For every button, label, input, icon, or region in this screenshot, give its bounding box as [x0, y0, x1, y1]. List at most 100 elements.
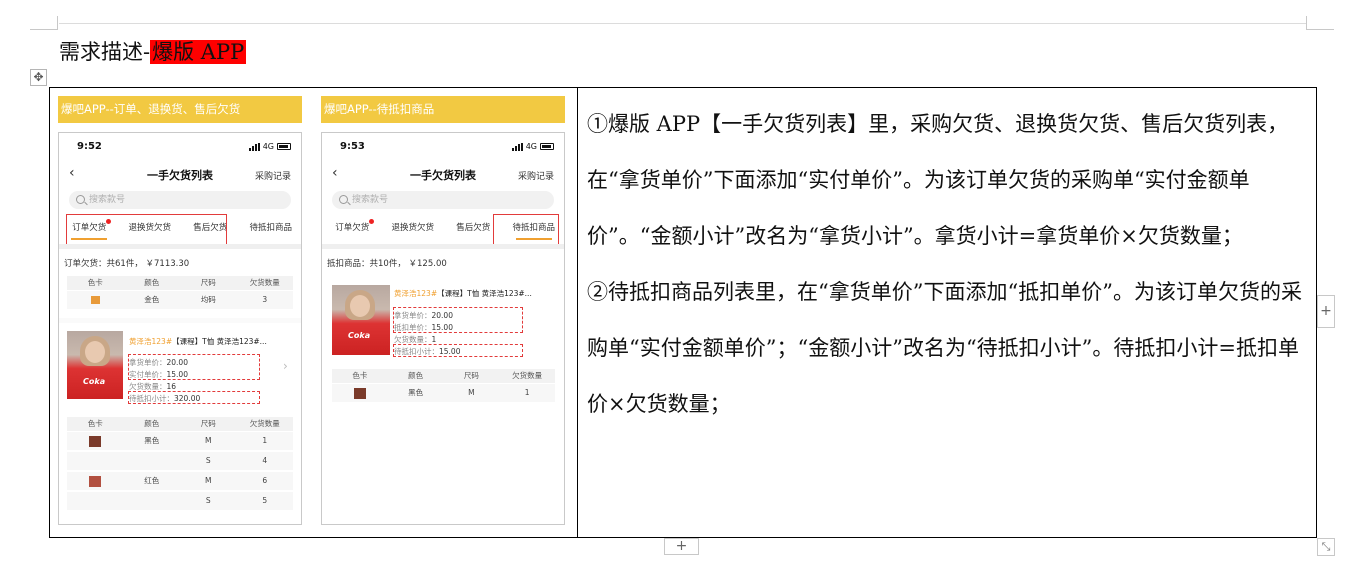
thumb-face: [85, 341, 105, 363]
sku-row: 金色 均码 3: [67, 291, 293, 309]
requirements-table: 爆吧APP--订单、退换货、售后欠货 9:52 4G ‹ 一手欠货列表 采购记录…: [49, 87, 1317, 538]
product-title: 【课程】T恤 黄泽浩123#...: [437, 289, 532, 298]
tab-label: 售后欠货: [456, 223, 491, 233]
status-time: 9:52: [77, 141, 102, 152]
requirement-description: ①爆版 APP【一手欠货列表】里，采购欠货、退换货欠货、售后欠货列表，在“拿货单…: [587, 96, 1312, 432]
search-input[interactable]: 搜索款号: [332, 191, 554, 209]
subtotal-annotation-box: [128, 391, 260, 404]
table-move-icon[interactable]: ✥: [30, 69, 47, 86]
screenshot-panel-deduct: 爆吧APP--待抵扣商品 9:53 4G ‹ 一手欠货列表 采购记录 搜索款号: [321, 96, 565, 525]
size-cell: M: [205, 476, 212, 485]
signal-icon: [248, 142, 260, 151]
col-swatch: 色卡: [87, 278, 103, 287]
signal-icon: [511, 142, 523, 151]
nav-bar: ‹ 一手欠货列表 采购记录: [59, 163, 301, 187]
product-thumbnail: Coka: [67, 331, 123, 399]
thumb-logo: Coka: [83, 377, 106, 386]
swatch-cell: [67, 492, 124, 510]
col-qty: 欠货数量: [512, 371, 543, 380]
unread-dot-icon: [369, 219, 374, 224]
col-size: 尺码: [200, 419, 216, 428]
network-label: 4G: [262, 142, 274, 151]
sku-row: 红色 M 6: [67, 472, 293, 490]
thumb-logo: Coka: [348, 331, 371, 340]
phone-screen: 9:52 4G ‹ 一手欠货列表 采购记录 搜索款号 订单欠货 退换货欠货 售后…: [58, 132, 302, 525]
separator: [59, 244, 301, 249]
qty-cell: 1: [262, 436, 268, 445]
col-color: 颜色: [408, 371, 424, 380]
qty-cell: 1: [524, 388, 530, 397]
product-title: 【课程】T恤 黄泽浩123#...: [172, 337, 267, 346]
tab-label: 退换货欠货: [391, 223, 434, 233]
battery-icon: [277, 143, 291, 150]
tabs-annotation-box: [66, 214, 227, 246]
tab-order-owed[interactable]: 订单欠货: [322, 213, 383, 243]
col-color: 颜色: [144, 419, 160, 428]
sku-grid-header: 色卡 颜色 尺码 欠货数量: [67, 417, 293, 431]
swatch-gold-icon: [90, 296, 100, 304]
status-time: 9:53: [340, 141, 365, 152]
requirement-item-1: ①爆版 APP【一手欠货列表】里，采购欠货、退换货欠货、售后欠货列表，在“拿货单…: [587, 112, 1289, 248]
tab-deduct-goods[interactable]: 待抵扣商品: [241, 213, 302, 243]
color-cell: [124, 452, 181, 470]
sku-row: 黑色 M 1: [332, 384, 555, 402]
col-size: 尺码: [200, 278, 216, 287]
summary-text: 抵扣商品：共10件， ￥125.00: [327, 259, 447, 269]
size-cell: M: [468, 388, 475, 397]
sku-row: S 4: [67, 452, 293, 470]
product-code: 黄泽浩123#: [129, 337, 173, 346]
swatch-cell: [332, 384, 388, 402]
col-color: 颜色: [144, 278, 160, 287]
size-cell: S: [205, 456, 211, 465]
battery-icon: [540, 143, 554, 150]
status-right: 4G: [248, 142, 291, 151]
col-swatch: 色卡: [352, 371, 368, 380]
margin-corner-right: [1306, 16, 1334, 30]
requirement-item-2: ②待抵扣商品列表里，在“拿货单价”下面添加“抵扣单价”。为该订单欠货的采购单“实…: [587, 280, 1302, 416]
subtotal-annotation-box: [393, 344, 523, 357]
swatch-cell: [67, 452, 124, 470]
summary-text: 订单欠货：共61件， ￥7113.30: [64, 259, 190, 269]
table-cell-divider: [577, 88, 578, 537]
purchase-records-link[interactable]: 采购记录: [255, 169, 291, 182]
chevron-right-icon[interactable]: ›: [283, 359, 288, 373]
product-thumbnail: Coka: [332, 285, 390, 355]
search-icon: [339, 195, 348, 204]
col-size: 尺码: [463, 371, 479, 380]
table-resize-icon[interactable]: ⤡: [1317, 538, 1335, 556]
status-bar: 9:53 4G: [322, 133, 564, 159]
status-right: 4G: [511, 142, 554, 151]
qty-label: 欠货数量：: [129, 382, 167, 391]
add-row-plus-icon[interactable]: +: [664, 538, 699, 555]
network-label: 4G: [525, 142, 537, 151]
product-name: 黄泽浩123#【课程】T恤 黄泽浩123#...: [394, 288, 532, 299]
separator: [322, 244, 564, 249]
color-cell: 红色: [144, 476, 160, 485]
add-column-plus-icon[interactable]: +: [1317, 295, 1335, 328]
status-bar: 9:52 4G: [59, 133, 301, 159]
swatch-cell: [67, 291, 124, 309]
tab-label: 订单欠货: [335, 223, 370, 233]
screenshot-panel-orders: 爆吧APP--订单、退换货、售后欠货 9:52 4G ‹ 一手欠货列表 采购记录…: [58, 96, 302, 525]
swatch-cell: [67, 432, 124, 450]
purchase-records-link[interactable]: 采购记录: [518, 169, 554, 182]
tab-return-owed[interactable]: 退换货欠货: [383, 213, 444, 243]
search-placeholder: 搜索款号: [352, 195, 389, 205]
qty-value: 1: [431, 335, 437, 344]
qty-cell: 6: [262, 476, 268, 485]
separator: [59, 318, 301, 323]
tabs-annotation-box: [493, 214, 559, 246]
panel-banner: 爆吧APP--待抵扣商品: [321, 96, 565, 123]
size-cell: 均码: [200, 295, 216, 304]
nav-bar: ‹ 一手欠货列表 采购记录: [322, 163, 564, 187]
size-cell: M: [205, 436, 212, 445]
sku-grid-header: 色卡 颜色 尺码 欠货数量: [67, 276, 293, 290]
swatch-black-icon: [353, 387, 366, 399]
qty-label: 欠货数量：: [394, 335, 432, 344]
search-icon: [76, 195, 85, 204]
doc-title-highlight: 爆版 APP: [150, 40, 247, 64]
phone-screen: 9:53 4G ‹ 一手欠货列表 采购记录 搜索款号 订单欠货 退换货欠货 售后…: [321, 132, 565, 525]
color-cell: 金色: [144, 295, 160, 304]
search-input[interactable]: 搜索款号: [69, 191, 291, 209]
header-margin-line: [59, 23, 1306, 24]
